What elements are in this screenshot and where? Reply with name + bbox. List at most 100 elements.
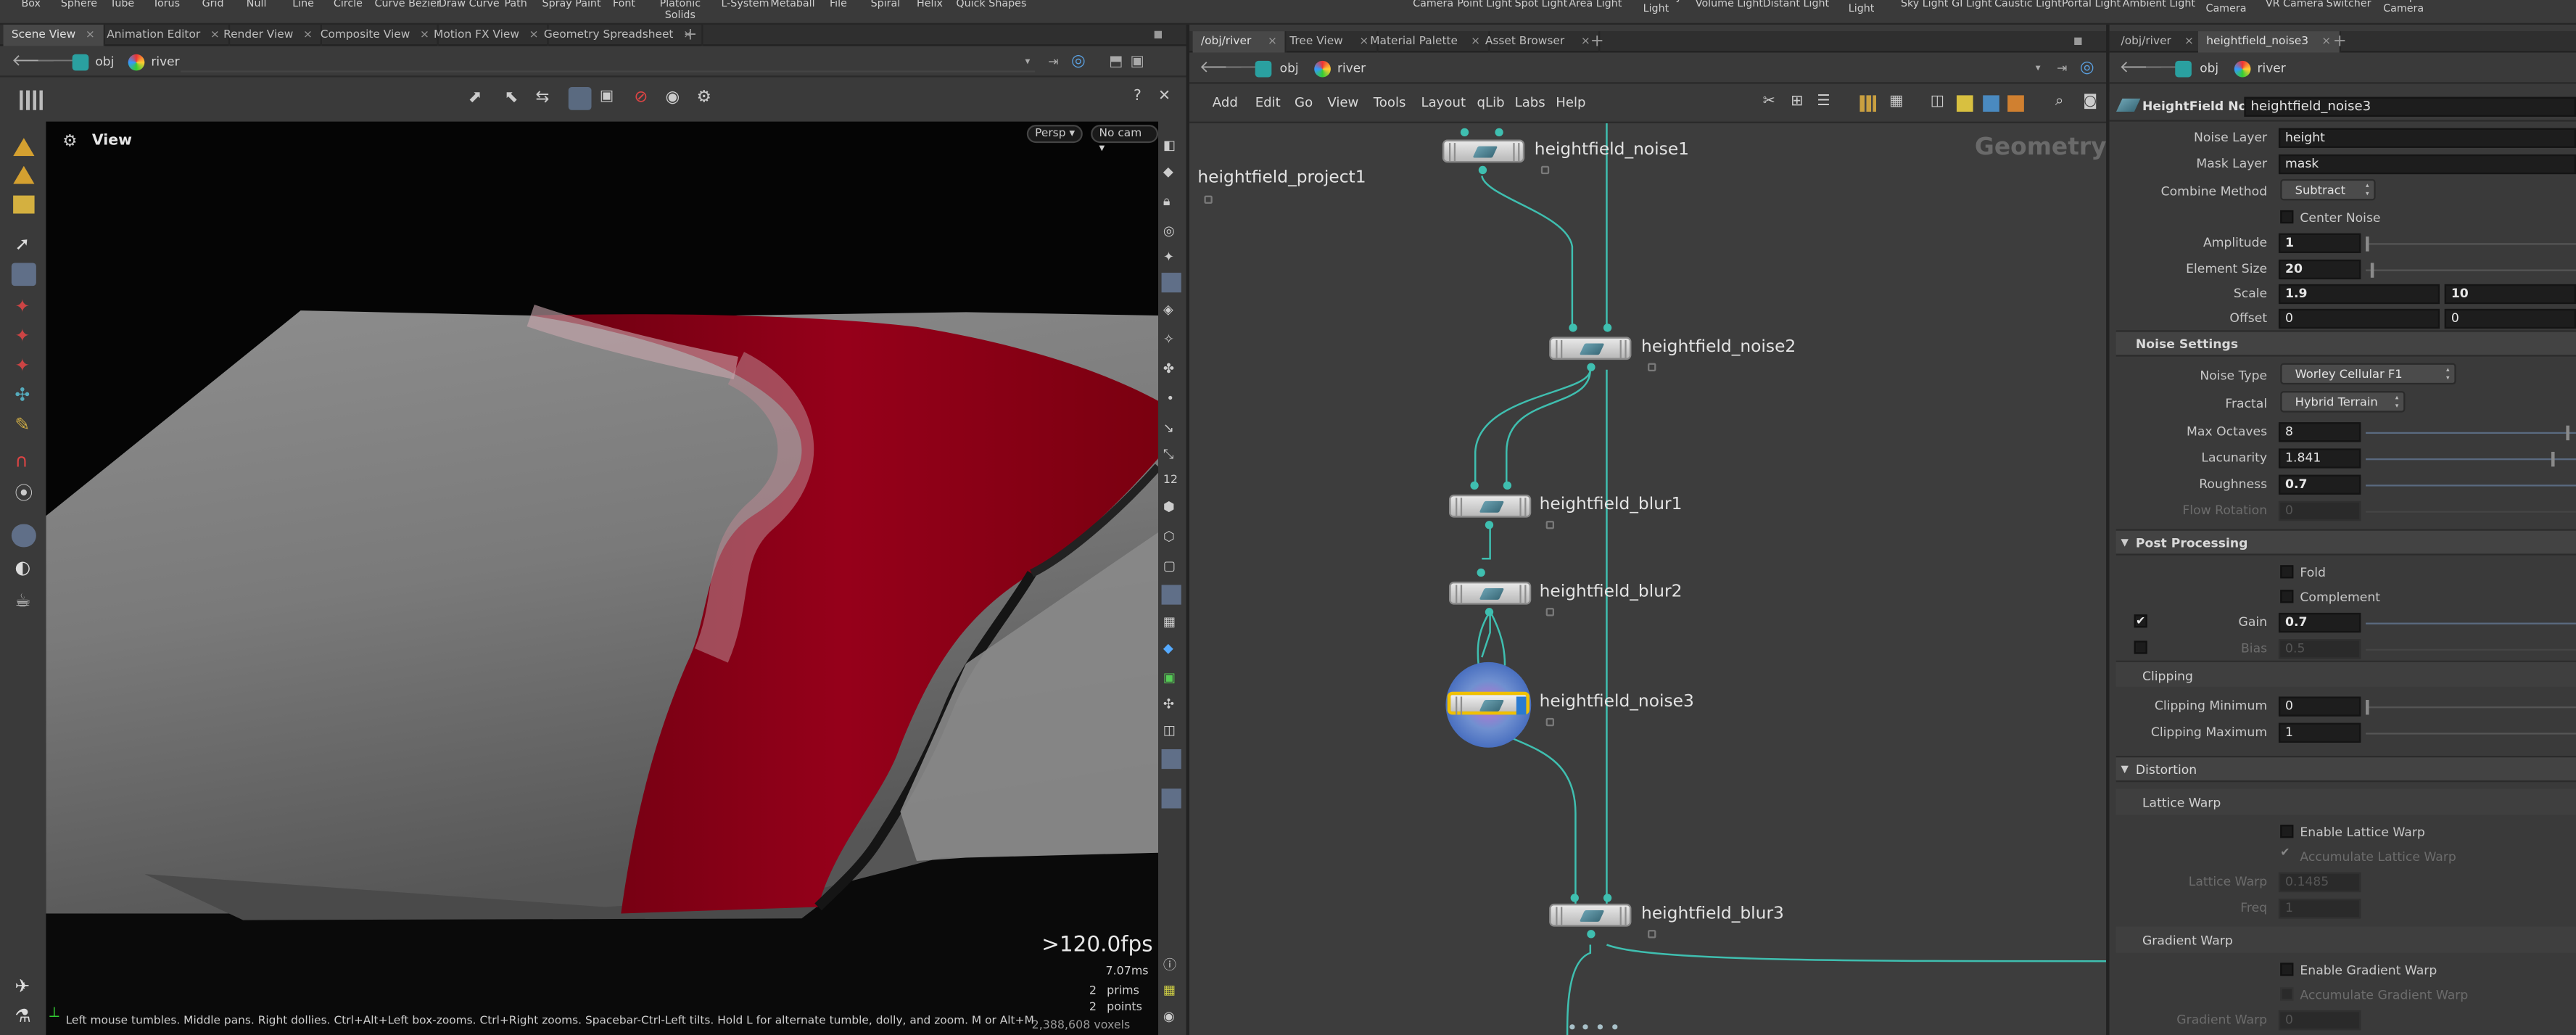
camera-tool-icon[interactable]: ✈: [15, 976, 30, 997]
menu-add[interactable]: Add: [1213, 95, 1238, 110]
node-input-port[interactable]: [1569, 323, 1577, 332]
shelf-tool-spray-paint[interactable]: Spray Paint: [542, 0, 601, 11]
display-icon-11[interactable]: ⤡: [1163, 447, 1174, 463]
node-input-port[interactable]: [1477, 568, 1485, 577]
lattice-warp-field[interactable]: 0.1485: [2278, 872, 2361, 893]
element-size-field[interactable]: 20: [2278, 259, 2361, 280]
menu-go[interactable]: Go: [1295, 95, 1313, 110]
pose-tool-icon[interactable]: ✦: [15, 296, 30, 317]
bias-slider[interactable]: [2366, 648, 2576, 651]
display-icon-4[interactable]: ✦: [1163, 250, 1174, 264]
shelf-tool-caustic-light[interactable]: Caustic Light: [1994, 0, 2062, 11]
post-processing-section[interactable]: ▼ Post Processing: [2115, 529, 2576, 556]
view-tool-icon[interactable]: [11, 263, 36, 286]
dot-icon[interactable]: [2007, 95, 2024, 112]
node-heightfield-blur1[interactable]: [1448, 494, 1532, 518]
max-octaves-slider-handle[interactable]: [2566, 425, 2569, 441]
sculpt-tool-icon[interactable]: ✎: [15, 414, 30, 435]
flow-rotation-slider[interactable]: [2366, 511, 2576, 513]
tab-animation-editor[interactable]: Animation Editor ×: [99, 24, 230, 46]
display-icon-17[interactable]: ▦: [1163, 614, 1176, 629]
tab-obj-river-params[interactable]: /obj/river ×: [2113, 31, 2204, 53]
transform-tool-icon[interactable]: [13, 165, 35, 184]
scale-x-field[interactable]: 1.9: [2278, 284, 2440, 305]
peak-tool-icon[interactable]: ✣: [15, 384, 30, 405]
display-icon-24[interactable]: ▦: [1163, 983, 1176, 997]
node-output-port[interactable]: [1587, 930, 1595, 939]
viewport-settings-icon[interactable]: ⚙: [696, 88, 711, 107]
image-icon[interactable]: [1983, 95, 1999, 112]
camera-icon[interactable]: ◙: [2083, 94, 2097, 110]
noise-layer-field[interactable]: height: [2278, 128, 2576, 148]
enable-gradient-warp-checkbox[interactable]: [2280, 962, 2294, 976]
node-label-project1[interactable]: heightfield_project1: [1197, 168, 1366, 187]
node-label-noise2[interactable]: heightfield_noise2: [1641, 337, 1796, 356]
thumbnail-icon[interactable]: ▦: [1889, 94, 1903, 110]
display-icon-22[interactable]: [1161, 749, 1181, 770]
shelf-tool-area-light[interactable]: Area Light: [1569, 0, 1622, 11]
display-icon-20[interactable]: ✣: [1163, 696, 1174, 711]
node-input-port[interactable]: [1460, 128, 1469, 137]
gain-field[interactable]: 0.7: [2278, 612, 2361, 633]
shelf-tool-platonic-solids[interactable]: Platonic Solids: [654, 0, 706, 21]
select-mode-icon[interactable]: ⬈: [468, 88, 482, 107]
accumulate-gradient-checkbox[interactable]: [2280, 987, 2294, 1001]
display-icon-9[interactable]: •: [1166, 391, 1174, 405]
shelf-tool-sphere[interactable]: Sphere: [61, 0, 97, 11]
display-icon-13[interactable]: ⬢: [1163, 500, 1175, 514]
node-input-port[interactable]: [1503, 481, 1512, 490]
shelf-tool-portal-light[interactable]: Portal Light: [2062, 0, 2121, 11]
pin-icon[interactable]: ⇥: [1048, 48, 1058, 78]
shelf-tool-null[interactable]: Null: [247, 0, 267, 11]
display-icon-10[interactable]: ↘: [1163, 421, 1174, 435]
shelf-tool-sky-light[interactable]: Sky Light: [1901, 0, 1948, 11]
path-node[interactable]: river: [2258, 54, 2286, 84]
tab-scene-view[interactable]: Scene View ×: [3, 24, 105, 46]
noise-type-menu[interactable]: Worley Cellular F1: [2280, 363, 2456, 385]
node-label-noise3[interactable]: heightfield_noise3: [1540, 692, 1694, 712]
add-tab-icon[interactable]: +: [2333, 31, 2347, 52]
camera-menu-button[interactable]: No cam ▾: [1091, 125, 1159, 154]
lacunarity-slider[interactable]: [2366, 458, 2576, 461]
network-canvas[interactable]: Geometry heightfield_project1 heightfiel…: [1189, 123, 2107, 1035]
shelf-tool-vr-camera[interactable]: VR Camera: [2266, 0, 2324, 11]
rotate-tool-icon[interactable]: [13, 195, 35, 214]
shelf-tool-geometry-light[interactable]: Geometry Light: [1630, 0, 1682, 15]
tab-material-palette[interactable]: Material Palette ×: [1362, 31, 1490, 53]
fractal-menu[interactable]: Hybrid Terrain: [2280, 391, 2406, 413]
display-icon-6[interactable]: ◈: [1163, 302, 1173, 317]
tree-icon[interactable]: ⊞: [1791, 94, 1803, 110]
tab-composite-view[interactable]: Composite View ×: [312, 24, 439, 46]
display-icon-15[interactable]: ▢: [1163, 558, 1176, 573]
shelf-tool-tube[interactable]: Tube: [110, 0, 134, 11]
center-noise-checkbox[interactable]: [2280, 210, 2294, 224]
menu-view[interactable]: View: [1327, 95, 1358, 110]
menu-help[interactable]: Help: [1556, 95, 1585, 110]
menu-layout[interactable]: Layout: [1421, 95, 1466, 110]
lacunarity-slider-handle[interactable]: [2551, 451, 2555, 467]
path-dropdown-icon[interactable]: ▾: [1025, 48, 1031, 78]
menu-qlib[interactable]: qLib: [1477, 95, 1505, 110]
render-region-icon[interactable]: ◐: [15, 557, 30, 578]
shelf-tool-spiral[interactable]: Spiral: [871, 0, 901, 11]
lacunarity-field[interactable]: 1.841: [2278, 448, 2361, 469]
lattice-warp-folder[interactable]: Lattice Warp: [2115, 788, 2576, 815]
shelf-tool-stereo-camera[interactable]: Stereo Camera: [2202, 0, 2251, 15]
display-icon-19[interactable]: ▣: [1163, 670, 1176, 685]
shelf-tool-distant-light[interactable]: Distant Light: [1763, 0, 1829, 11]
node-heightfield-blur2[interactable]: [1448, 581, 1532, 605]
link-icon[interactable]: ◎: [2080, 54, 2094, 84]
shelf-tool-font[interactable]: Font: [613, 0, 635, 11]
node-heightfield-noise3[interactable]: [1447, 691, 1530, 715]
sticky-note-icon[interactable]: [1956, 95, 1973, 112]
scale-y-field[interactable]: 10: [2444, 284, 2576, 305]
tab-obj-river[interactable]: /obj/river ×: [1192, 31, 1287, 53]
pane-menu-icon[interactable]: ◼: [1153, 25, 1163, 46]
tab-render-view[interactable]: Render View ×: [215, 24, 323, 46]
help-icon[interactable]: ?: [1134, 88, 1142, 105]
settings-icon[interactable]: ▣: [1131, 48, 1144, 78]
network-boxes-icon[interactable]: ◫: [1931, 94, 1944, 110]
display-icon-5[interactable]: [1161, 273, 1181, 293]
lasso-tool-icon[interactable]: ⦿: [15, 479, 33, 506]
roughness-field[interactable]: 0.7: [2278, 474, 2361, 495]
